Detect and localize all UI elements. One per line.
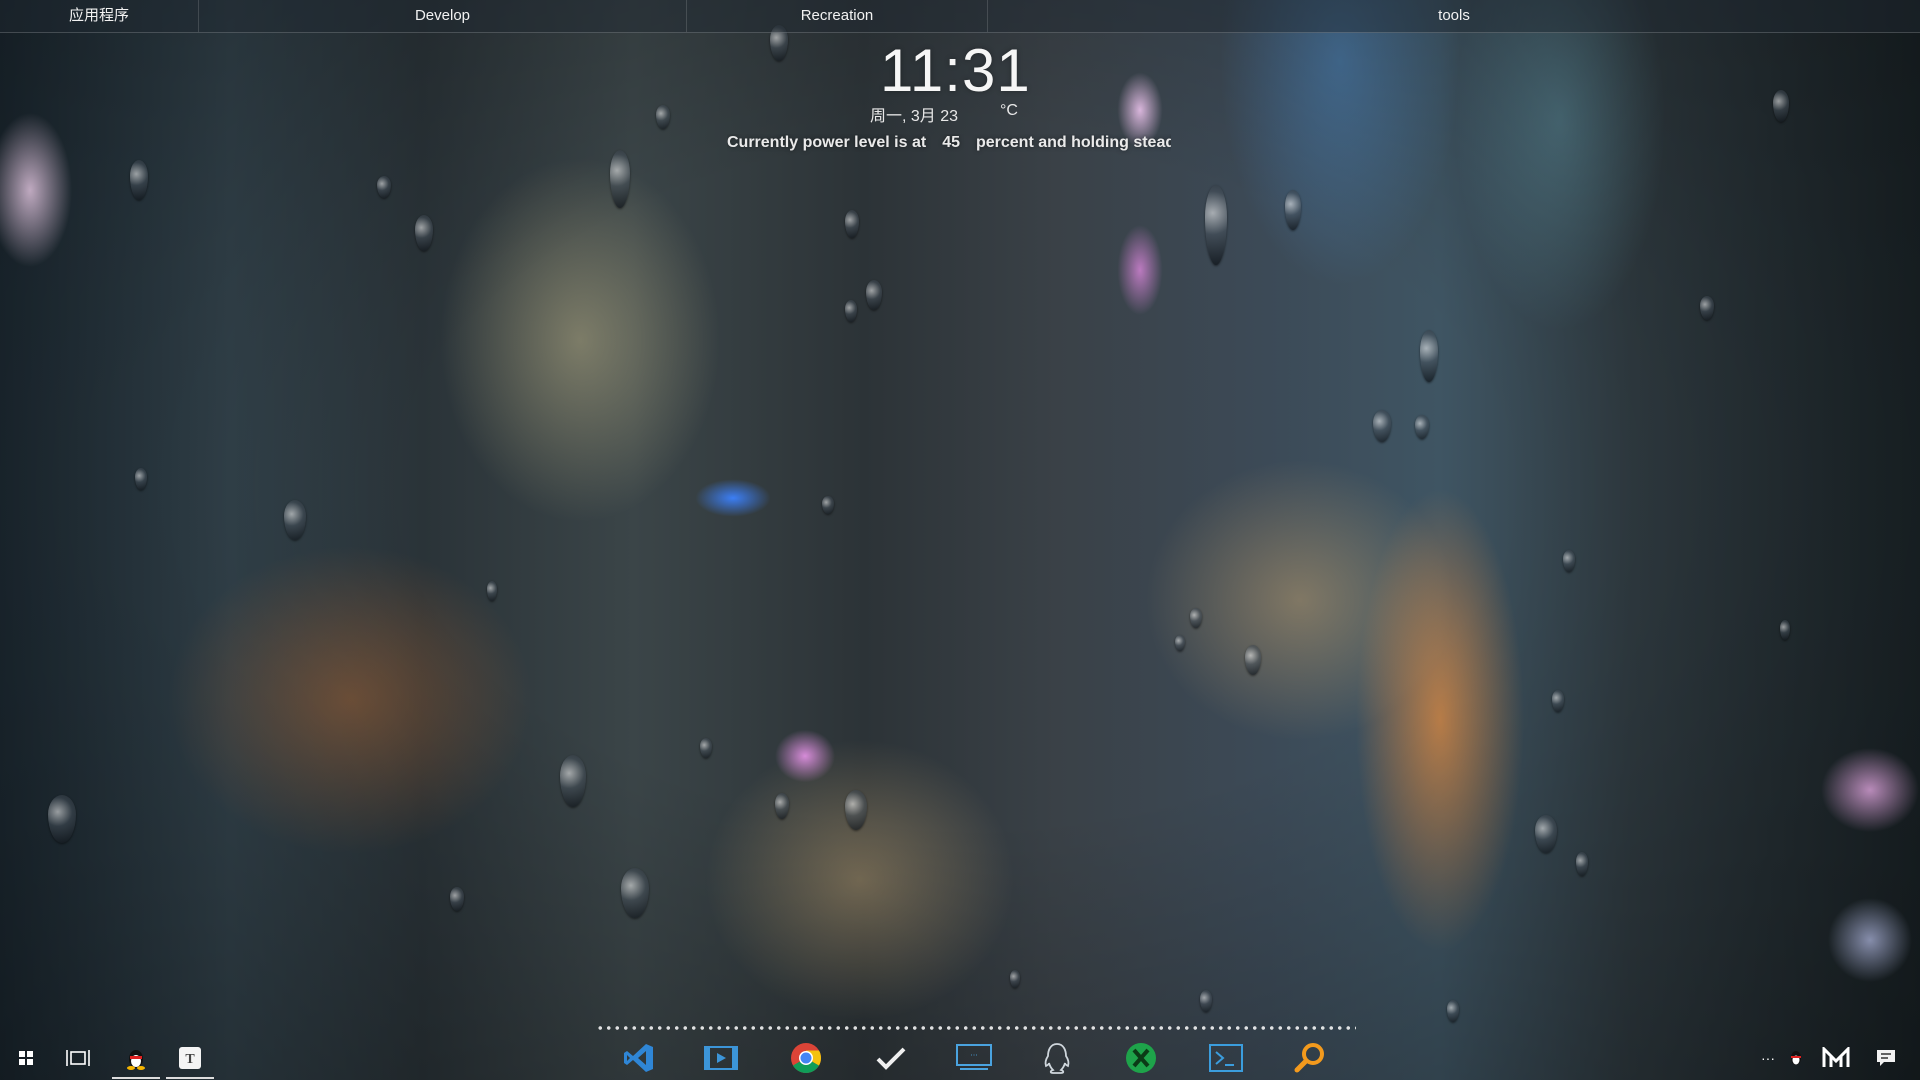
chrome-icon[interactable]	[786, 1038, 826, 1078]
typora-icon[interactable]: T	[166, 1040, 214, 1079]
menu-recreation[interactable]: Recreation	[687, 0, 988, 32]
menu-develop[interactable]: Develop	[199, 0, 687, 32]
menu-tools[interactable]: tools	[988, 0, 1920, 32]
task-view-icon[interactable]	[60, 1040, 96, 1076]
todo-check-icon[interactable]	[871, 1038, 911, 1078]
search-everything-icon[interactable]	[1290, 1038, 1330, 1078]
terminal-icon[interactable]	[1206, 1038, 1246, 1078]
m-app-icon[interactable]	[1818, 1040, 1854, 1076]
power-status-text: Currently power level is at 45 percent and…	[727, 134, 1171, 156]
qq-penguin-icon[interactable]	[112, 1040, 160, 1079]
top-menu-bar: 应用程序 Develop Recreation tools	[0, 0, 1920, 33]
svg-text:T: T	[185, 1052, 195, 1067]
vscode-icon[interactable]	[619, 1038, 659, 1078]
temperature-unit: °C	[1000, 102, 1018, 119]
clock-date: 周一, 3月 23	[870, 108, 959, 125]
video-editor-icon[interactable]	[701, 1038, 741, 1078]
qq-tray-icon[interactable]	[1778, 1040, 1814, 1076]
active-indicator	[112, 1077, 160, 1079]
power-prefix: Currently power level is at	[727, 134, 927, 151]
power-value: 45	[942, 134, 960, 151]
menu-applications[interactable]: 应用程序	[0, 0, 199, 32]
remote-desktop-icon[interactable]: ···	[954, 1038, 994, 1078]
wallpaper-vignette	[0, 0, 1920, 1080]
active-indicator	[166, 1077, 214, 1079]
xshell-icon[interactable]	[1121, 1038, 1161, 1078]
start-icon[interactable]	[8, 1040, 44, 1076]
taskbar: T ··· ···	[0, 1036, 1920, 1080]
notification-icon[interactable]	[1868, 1040, 1904, 1076]
power-suffix: percent and holding steady	[975, 134, 1171, 151]
clock-time: 11:31	[880, 37, 1031, 104]
qq-icon[interactable]	[1037, 1038, 1077, 1078]
svg-text:···: ···	[970, 1051, 978, 1060]
dock-separator	[596, 1026, 1356, 1030]
